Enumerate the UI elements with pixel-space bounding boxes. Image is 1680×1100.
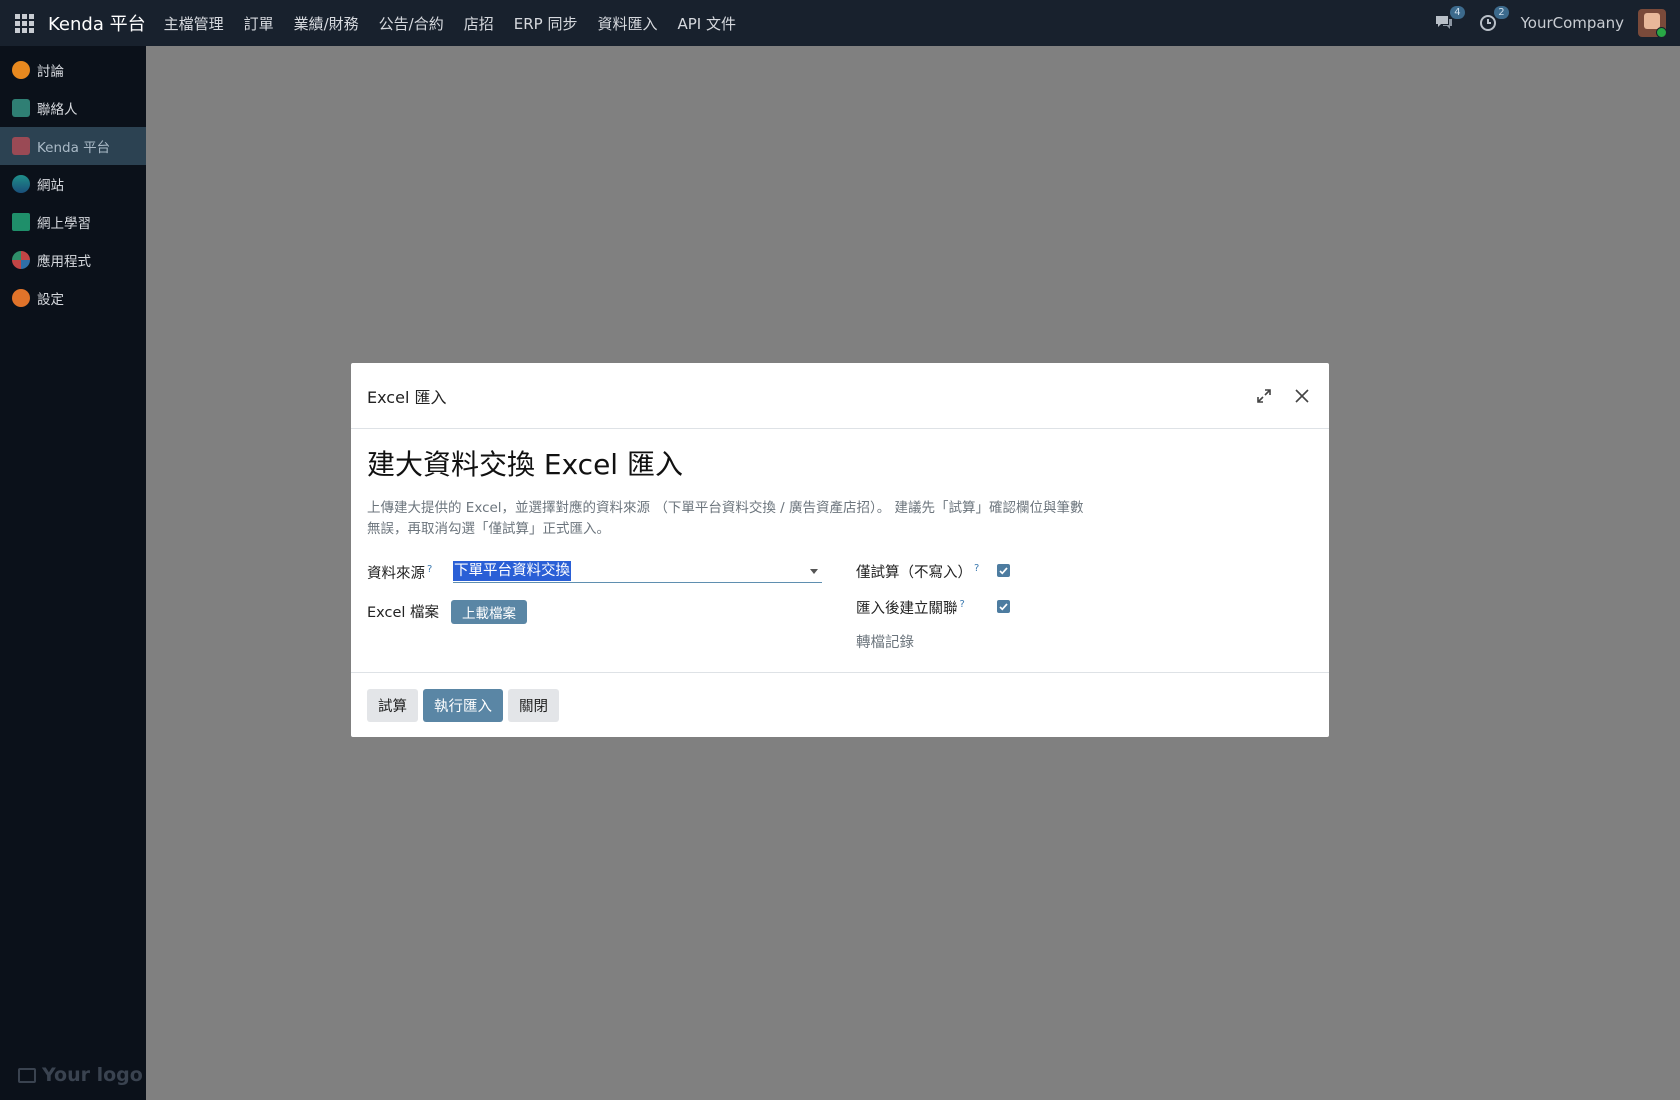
sidebar-item-label: 網站 (37, 178, 64, 194)
activity-clock-icon[interactable]: 2 (1477, 6, 1509, 34)
company-switcher[interactable]: YourCompany (1521, 14, 1624, 32)
dry-run-button[interactable]: 試算 (367, 688, 418, 722)
help-tooltip-icon[interactable]: ? (974, 563, 979, 574)
website-icon (12, 175, 30, 193)
activity-badge: 2 (1494, 6, 1509, 19)
discuss-icon (12, 61, 30, 79)
upload-file-button[interactable]: 上載檔案 (451, 600, 527, 624)
company-logo-placeholder: Your logo (18, 1064, 143, 1086)
excel-import-dialog: Excel 匯入 建大資料交換 Excel 匯入 上傳建大提供的 Excel，並… (351, 363, 1329, 737)
menu-announcements-contracts[interactable]: 公告/合約 (379, 13, 444, 34)
form-description: 上傳建大提供的 Excel，並選擇對應的資料來源 （下單平台資料交換 / 廣告資… (367, 500, 1084, 537)
sidebar-item-label: 應用程式 (37, 254, 91, 270)
source-field-label: 資料來源? (367, 564, 433, 582)
elearning-icon (12, 213, 30, 231)
sidebar-item-label: 聯絡人 (37, 102, 78, 118)
sidebar-item-website[interactable]: 網站 (0, 165, 146, 203)
user-avatar[interactable] (1638, 9, 1666, 37)
menu-master-data[interactable]: 主檔管理 (164, 13, 224, 34)
link-after-import-label: 匯入後建立關聯? (856, 599, 965, 617)
help-tooltip-icon[interactable]: ? (960, 599, 965, 610)
apps-icon (12, 251, 30, 269)
checkmark-icon (999, 566, 1008, 575)
sidebar-item-label: Kenda 平台 (37, 140, 111, 156)
chevron-down-icon[interactable] (810, 569, 818, 574)
excel-file-label: Excel 檔案 (367, 605, 440, 621)
dialog-title: Excel 匯入 (367, 387, 447, 407)
checkmark-icon (999, 602, 1008, 611)
contacts-icon (12, 99, 30, 117)
apps-menu-icon[interactable] (0, 0, 48, 46)
dry-run-label: 僅試算（不寫入）? (856, 563, 980, 581)
dialog-header: Excel 匯入 (351, 363, 1329, 429)
sidebar-item-label: 設定 (37, 292, 64, 308)
messages-icon[interactable]: 4 (1433, 6, 1465, 34)
kenda-platform-icon (12, 137, 30, 155)
menu-orders[interactable]: 訂單 (244, 13, 274, 34)
sidebar-item-discuss[interactable]: 討論 (0, 51, 146, 89)
conversion-log-label: 轉檔記錄 (856, 635, 914, 651)
top-navbar: Kenda 平台 主檔管理 訂單 業績/財務 公告/合約 店招 ERP 同步 資… (0, 0, 1680, 46)
sidebar-item-settings[interactable]: 設定 (0, 279, 146, 317)
sidebar-item-contacts[interactable]: 聯絡人 (0, 89, 146, 127)
sidebar-item-label: 討論 (37, 64, 64, 80)
help-tooltip-icon[interactable]: ? (427, 564, 432, 575)
expand-icon[interactable] (1253, 385, 1275, 407)
close-icon[interactable] (1291, 385, 1313, 407)
source-select-value[interactable]: 下單平台資料交換 (453, 561, 571, 581)
menu-data-import[interactable]: 資料匯入 (597, 13, 657, 34)
sidebar-item-kenda-platform[interactable]: Kenda 平台 (0, 127, 146, 165)
camera-icon (18, 1067, 36, 1083)
link-after-import-checkbox[interactable] (997, 600, 1010, 613)
settings-icon (12, 289, 30, 307)
dry-run-checkbox[interactable] (997, 564, 1010, 577)
dialog-body: 建大資料交換 Excel 匯入 上傳建大提供的 Excel，並選擇對應的資料來源… (351, 429, 1329, 673)
sidebar-item-elearning[interactable]: 網上學習 (0, 203, 146, 241)
brand-title[interactable]: Kenda 平台 (48, 10, 146, 36)
form-heading: 建大資料交換 Excel 匯入 (367, 448, 683, 481)
sidebar-item-apps[interactable]: 應用程式 (0, 241, 146, 279)
app-sidebar: 討論 聯絡人 Kenda 平台 網站 網上學習 應用程式 設定 Your log… (0, 46, 146, 1100)
execute-import-button[interactable]: 執行匯入 (423, 688, 503, 722)
sidebar-item-label: 網上學習 (37, 216, 91, 232)
menu-api-docs[interactable]: API 文件 (677, 13, 736, 34)
source-select[interactable]: 下單平台資料交換 (453, 560, 822, 583)
menu-signboards[interactable]: 店招 (464, 13, 494, 34)
close-button[interactable]: 關閉 (508, 688, 559, 722)
menu-performance-finance[interactable]: 業績/財務 (294, 13, 359, 34)
dialog-footer: 試算 執行匯入 關閉 (351, 673, 1329, 737)
messages-badge: 4 (1450, 6, 1465, 19)
menu-erp-sync[interactable]: ERP 同步 (514, 13, 578, 34)
